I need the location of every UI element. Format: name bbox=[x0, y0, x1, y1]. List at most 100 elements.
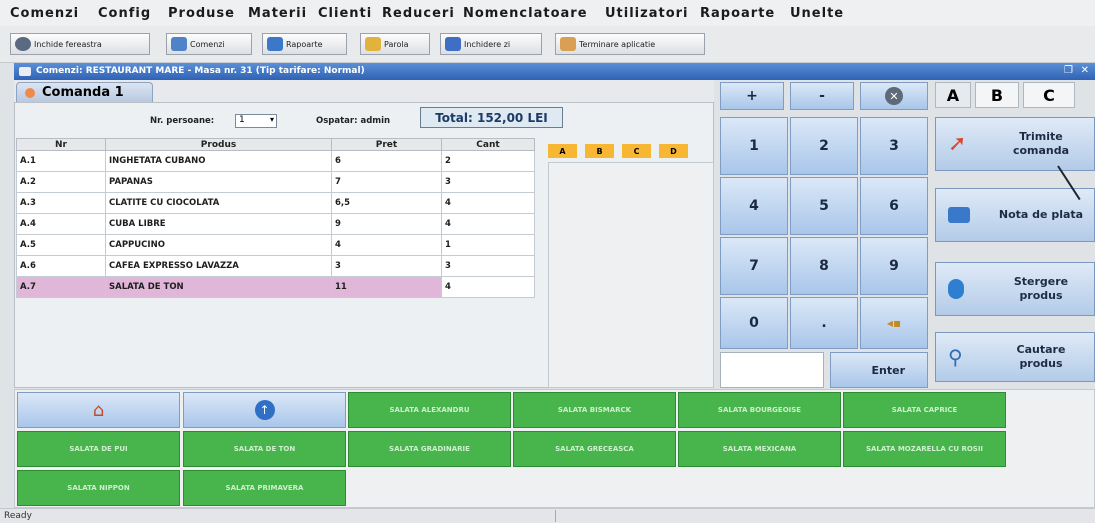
menu-unelte[interactable]: Unelte bbox=[790, 6, 844, 21]
database-icon bbox=[948, 279, 964, 299]
backspace-key[interactable]: ◂▪ bbox=[860, 297, 928, 349]
category-tab-b[interactable]: B bbox=[585, 144, 614, 158]
restore-icon[interactable]: ❐ bbox=[1064, 65, 1073, 76]
cell-cant[interactable]: 2 bbox=[441, 150, 535, 172]
menu-comenzi[interactable]: Comenzi bbox=[10, 6, 79, 21]
col-cant[interactable]: Cant bbox=[441, 138, 535, 151]
enter-key[interactable]: Enter bbox=[830, 352, 928, 388]
exit-app-label: Terminare aplicatie bbox=[579, 39, 656, 49]
close-day-label: Inchidere zi bbox=[464, 39, 511, 49]
key-1[interactable]: 1 bbox=[720, 117, 788, 175]
category-tab-c[interactable]: C bbox=[622, 144, 651, 158]
col-pret[interactable]: Pret bbox=[331, 138, 442, 151]
key-decimal[interactable]: . bbox=[790, 297, 858, 349]
cell-cant[interactable]: 4 bbox=[441, 192, 535, 214]
search-product-button[interactable]: ⚲ Cautare produs bbox=[935, 332, 1095, 382]
product-button[interactable]: SALATA GRECEASCA bbox=[513, 431, 676, 467]
table-row[interactable]: A.4 CUBA LIBRE 9 4 bbox=[16, 213, 535, 235]
table-row[interactable]: A.6 CAFEA EXPRESSO LAVAZZA 3 3 bbox=[16, 255, 535, 277]
menu-nomenclatoare[interactable]: Nomenclatoare bbox=[463, 6, 588, 21]
table-row[interactable]: A.3 CLATITE CU CIOCOLATA 6,5 4 bbox=[16, 192, 535, 214]
cell-produs: PAPANAS bbox=[105, 171, 332, 193]
product-button[interactable]: SALATA MOZARELLA CU ROSII bbox=[843, 431, 1006, 467]
product-button[interactable]: SALATA BISMARCK bbox=[513, 392, 676, 428]
page-tab-a[interactable]: A bbox=[935, 82, 971, 108]
backspace-icon: ◂▪ bbox=[886, 316, 902, 330]
cell-pret: 4 bbox=[331, 234, 442, 256]
keypad-input[interactable] bbox=[720, 352, 824, 388]
close-day-button[interactable]: Inchidere zi bbox=[440, 33, 542, 55]
password-button[interactable]: Parola bbox=[360, 33, 430, 55]
menu-reduceri[interactable]: Reduceri bbox=[382, 6, 455, 21]
menu-bar: Comenzi Config Produse Materii Clienti R… bbox=[0, 0, 1095, 26]
persons-select[interactable]: 1 ▾ bbox=[235, 114, 277, 128]
cell-cant[interactable]: 3 bbox=[441, 171, 535, 193]
table-row-selected[interactable]: A.7 SALATA DE TON 11 4 bbox=[16, 276, 535, 298]
key-7[interactable]: 7 bbox=[720, 237, 788, 295]
bill-button[interactable]: Nota de plata bbox=[935, 188, 1095, 242]
page-tab-c[interactable]: C bbox=[1023, 82, 1075, 108]
menu-clienti[interactable]: Clienti bbox=[318, 6, 372, 21]
key-6[interactable]: 6 bbox=[860, 177, 928, 235]
page-tab-b[interactable]: B bbox=[975, 82, 1019, 108]
col-nr[interactable]: Nr bbox=[16, 138, 106, 151]
clear-key[interactable]: ✕ bbox=[860, 82, 928, 110]
total-display: Total: 152,00 LEI bbox=[420, 107, 563, 128]
delete-product-button[interactable]: Stergere produs bbox=[935, 262, 1095, 316]
clear-icon: ✕ bbox=[885, 87, 903, 105]
menu-config[interactable]: Config bbox=[98, 6, 151, 21]
cell-cant[interactable]: 1 bbox=[441, 234, 535, 256]
chevron-down-icon: ▾ bbox=[269, 115, 274, 124]
key-2[interactable]: 2 bbox=[790, 117, 858, 175]
search-icon: ⚲ bbox=[948, 345, 963, 369]
product-button[interactable]: SALATA GRADINARIE bbox=[348, 431, 511, 467]
table-row[interactable]: A.5 CAPPUCINO 4 1 bbox=[16, 234, 535, 256]
table-row[interactable]: A.2 PAPANAS 7 3 bbox=[16, 171, 535, 193]
cell-cant-editing[interactable]: 4 bbox=[441, 276, 535, 298]
close-window-button[interactable]: Inchide fereastra bbox=[10, 33, 150, 55]
product-button[interactable]: SALATA CAPRICE bbox=[843, 392, 1006, 428]
category-tab-d[interactable]: D bbox=[659, 144, 688, 158]
delete-product-label: Stergere produs bbox=[1013, 275, 1069, 302]
product-button[interactable]: SALATA DE TON bbox=[183, 431, 346, 467]
product-button[interactable]: SALATA DE PUI bbox=[17, 431, 180, 467]
menu-rapoarte[interactable]: Rapoarte bbox=[700, 6, 775, 21]
close-day-icon bbox=[445, 37, 461, 51]
search-product-label: Cautare produs bbox=[1016, 343, 1066, 370]
menu-materii[interactable]: Materii bbox=[248, 6, 307, 21]
key-0[interactable]: 0 bbox=[720, 297, 788, 349]
close-icon[interactable]: ✕ bbox=[1081, 65, 1089, 76]
product-button[interactable]: SALATA PRIMAVERA bbox=[183, 470, 346, 506]
product-button[interactable]: SALATA BOURGEOISE bbox=[678, 392, 841, 428]
orders-button[interactable]: Comenzi bbox=[166, 33, 252, 55]
product-button[interactable]: SALATA ALEXANDRU bbox=[348, 392, 511, 428]
password-label: Parola bbox=[384, 39, 409, 49]
tab-comanda-1[interactable]: Comanda 1 bbox=[16, 82, 153, 102]
menu-produse[interactable]: Produse bbox=[168, 6, 235, 21]
minus-key[interactable]: - bbox=[790, 82, 854, 110]
category-tab-a[interactable]: A bbox=[548, 144, 577, 158]
product-button[interactable]: SALATA MEXICANA bbox=[678, 431, 841, 467]
key-4[interactable]: 4 bbox=[720, 177, 788, 235]
key-3[interactable]: 3 bbox=[860, 117, 928, 175]
plus-key[interactable]: + bbox=[720, 82, 784, 110]
key-8[interactable]: 8 bbox=[790, 237, 858, 295]
key-9[interactable]: 9 bbox=[860, 237, 928, 295]
send-order-button[interactable]: ➚ Trimite comanda bbox=[935, 117, 1095, 171]
table-row[interactable]: A.1 INGHETATA CUBANO 6 2 bbox=[16, 150, 535, 172]
cell-cant[interactable]: 3 bbox=[441, 255, 535, 277]
col-produs[interactable]: Produs bbox=[105, 138, 332, 151]
exit-app-button[interactable]: Terminare aplicatie bbox=[555, 33, 705, 55]
status-text: Ready bbox=[4, 511, 32, 521]
cell-nr: A.4 bbox=[16, 213, 106, 235]
close-window-icon bbox=[15, 37, 31, 51]
reports-button[interactable]: Rapoarte bbox=[262, 33, 347, 55]
orders-label: Comenzi bbox=[190, 39, 225, 49]
home-button[interactable]: ⌂ bbox=[17, 392, 180, 428]
menu-utilizatori[interactable]: Utilizatori bbox=[605, 6, 689, 21]
key-5[interactable]: 5 bbox=[790, 177, 858, 235]
cell-pret: 9 bbox=[331, 213, 442, 235]
product-button[interactable]: SALATA NIPPON bbox=[17, 470, 180, 506]
up-button[interactable]: ↑ bbox=[183, 392, 346, 428]
cell-cant[interactable]: 4 bbox=[441, 213, 535, 235]
